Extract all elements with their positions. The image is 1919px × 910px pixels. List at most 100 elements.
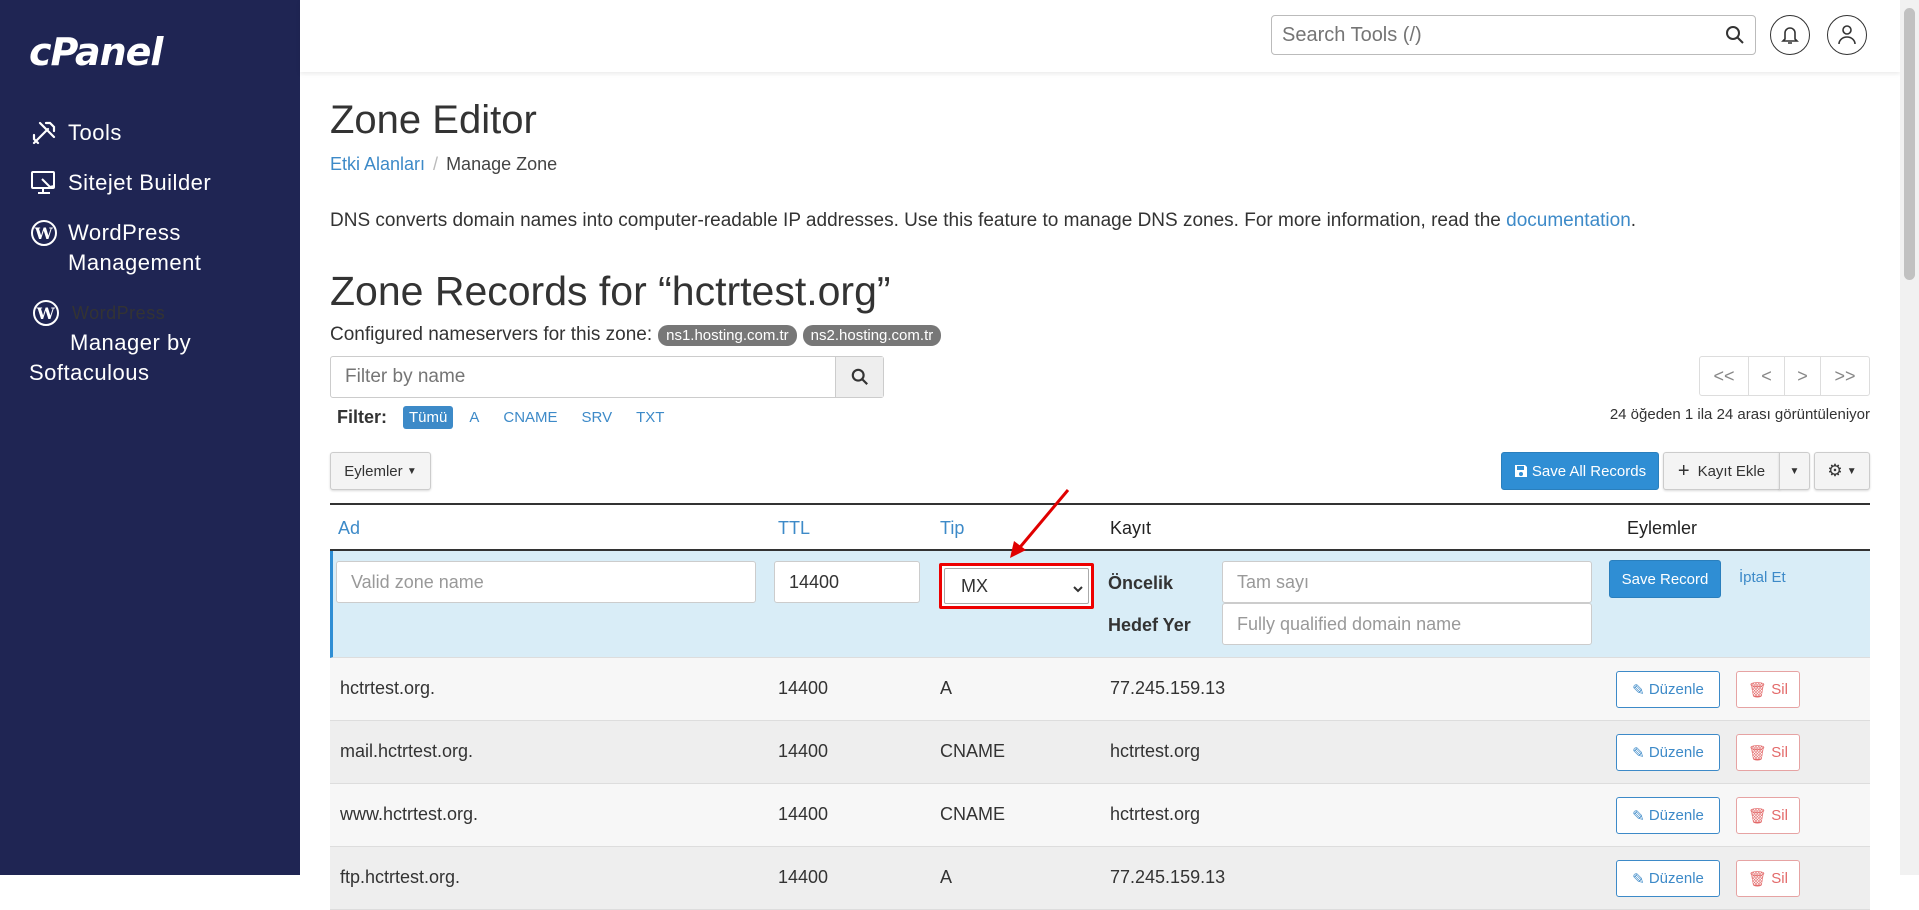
table-row: mail.hctrtest.org. 14400 CNAME hctrtest.… — [330, 721, 1870, 784]
caret-down-icon: ▼ — [1846, 465, 1857, 477]
sidebar-item-tools[interactable]: Tools — [0, 112, 300, 154]
settings-dropdown-button[interactable]: ⚙ ▼ — [1814, 452, 1870, 490]
search-tools[interactable] — [1271, 15, 1756, 55]
table-row: www.hctrtest.org. 14400 CNAME hctrtest.o… — [330, 784, 1870, 847]
page-first-button[interactable]: << — [1699, 356, 1749, 396]
plus-icon: + — [1677, 459, 1690, 482]
edit-button[interactable]: ✎ Düzenle — [1616, 734, 1720, 771]
type-select-highlight: MX — [939, 563, 1094, 609]
wordpress-icon: W — [31, 298, 61, 328]
edit-button[interactable]: ✎ Düzenle — [1616, 671, 1720, 708]
pagination: << < > >> — [1699, 356, 1870, 396]
nameserver-badge: ns2.hosting.com.tr — [802, 324, 942, 346]
zone-name-input[interactable]: Valid zone name — [336, 561, 756, 603]
gear-icon: ⚙ — [1827, 461, 1843, 480]
user-menu-button[interactable] — [1827, 15, 1867, 55]
page-title: Zone Editor — [330, 98, 537, 142]
svg-text:W: W — [34, 224, 54, 243]
delete-button[interactable]: 🗑 Sil — [1736, 860, 1800, 897]
bell-icon — [1781, 27, 1799, 44]
trash-icon: 🗑 — [1748, 870, 1768, 888]
edit-button[interactable]: ✎ Düzenle — [1616, 860, 1720, 897]
filter-all[interactable]: Tümü — [403, 406, 454, 429]
user-icon — [1838, 25, 1856, 45]
pencil-icon: ✎ — [1632, 870, 1645, 888]
zone-records-table: Ad TTL Tip Kayıt Eylemler Valid zone nam… — [330, 503, 1870, 910]
add-record-button[interactable]: + Kayıt Ekle — [1663, 452, 1780, 490]
page-scrollbar[interactable] — [1900, 0, 1919, 875]
sidebar: cPanel Tools Sitejet Builder W WordPress… — [0, 0, 300, 875]
priority-label: Öncelik — [1108, 573, 1174, 593]
documentation-link[interactable]: documentation — [1506, 210, 1631, 231]
cpanel-logo[interactable]: cPanel — [29, 30, 163, 74]
priority-input[interactable]: Tam sayı — [1222, 561, 1592, 603]
range-text: 24 öğeden 1 ila 24 arası görüntüleniyor — [1609, 406, 1870, 423]
chevron-down-icon — [1072, 579, 1084, 600]
caret-down-icon: ▼ — [406, 465, 417, 477]
save-record-button[interactable]: Save Record — [1609, 560, 1721, 598]
sidebar-item-sitejet[interactable]: Sitejet Builder — [0, 162, 300, 204]
sidebar-item-wordpress-softaculous[interactable]: W WordPress Manager by Softaculous — [0, 292, 300, 394]
search-icon — [851, 368, 868, 385]
record-type-select[interactable]: MX — [944, 568, 1089, 604]
cancel-link[interactable]: İptal Et — [1739, 569, 1786, 586]
column-header-type[interactable]: Tip — [940, 518, 964, 539]
save-all-records-button[interactable]: Save All Records — [1501, 452, 1659, 490]
sidebar-item-label: WordPress Management — [68, 220, 202, 275]
column-header-name[interactable]: Ad — [338, 518, 360, 539]
edit-button[interactable]: ✎ Düzenle — [1616, 797, 1720, 834]
filter-cname[interactable]: CNAME — [503, 409, 557, 426]
sidebar-item-label-3: Softaculous — [29, 360, 150, 385]
breadcrumb-parent-link[interactable]: Etki Alanları — [330, 154, 425, 174]
page-description: DNS converts domain names into computer-… — [330, 210, 1637, 231]
pencil-icon: ✎ — [1632, 807, 1645, 825]
caret-down-icon: ▼ — [1789, 465, 1800, 477]
sidebar-item-label-2: Manager by — [70, 330, 192, 355]
annotation-arrow — [1010, 489, 1070, 558]
column-header-actions: Eylemler — [1627, 518, 1698, 538]
actions-dropdown-button[interactable]: Eylemler ▼ — [330, 452, 431, 490]
nameservers-line: Configured nameservers for this zone: ns… — [330, 324, 942, 346]
filter-search-button[interactable] — [835, 357, 883, 397]
delete-button[interactable]: 🗑 Sil — [1736, 734, 1800, 771]
search-input[interactable] — [1272, 23, 1715, 47]
nameserver-badge: ns1.hosting.com.tr — [658, 324, 797, 346]
top-bar — [300, 0, 1900, 72]
filter-txt[interactable]: TXT — [636, 409, 664, 426]
delete-button[interactable]: 🗑 Sil — [1736, 797, 1800, 834]
scrollbar-thumb[interactable] — [1904, 8, 1915, 280]
add-record-dropdown[interactable]: ▼ — [1779, 452, 1810, 490]
sidebar-item-wordpress-management[interactable]: W WordPress Management — [0, 212, 300, 284]
wordpress-icon: W — [29, 218, 59, 248]
filter-label: Filter: — [337, 407, 388, 427]
table-header: Ad TTL Tip Kayıt Eylemler — [330, 503, 1870, 551]
filter-a[interactable]: A — [469, 409, 479, 426]
tools-icon — [29, 118, 59, 148]
column-header-ttl[interactable]: TTL — [778, 518, 810, 539]
ttl-input[interactable]: 14400 — [774, 561, 920, 603]
page-next-button[interactable]: > — [1784, 356, 1821, 396]
destination-input[interactable]: Fully qualified domain name — [1222, 603, 1592, 645]
table-row: hctrtest.org. 14400 A 77.245.159.13 ✎ Dü… — [330, 658, 1870, 721]
svg-text:W: W — [36, 304, 56, 323]
filter-srv[interactable]: SRV — [582, 409, 613, 426]
breadcrumb-current: Manage Zone — [446, 154, 558, 174]
destination-label: Hedef Yer — [1108, 615, 1191, 635]
sidebar-nav: Tools Sitejet Builder W WordPress Manage… — [0, 112, 300, 394]
page-prev-button[interactable]: < — [1748, 356, 1785, 396]
notifications-button[interactable] — [1770, 15, 1810, 55]
page-last-button[interactable]: >> — [1820, 356, 1870, 396]
search-icon[interactable] — [1715, 25, 1755, 45]
trash-icon: 🗑 — [1748, 744, 1768, 762]
filter-by-name — [330, 356, 884, 398]
type-filter: Filter: Tümü A CNAME SRV TXT — [337, 406, 688, 429]
trash-icon: 🗑 — [1748, 681, 1768, 699]
sidebar-item-label: Sitejet Builder — [68, 170, 212, 195]
pencil-icon: ✎ — [1632, 681, 1645, 699]
trash-icon: 🗑 — [1748, 807, 1768, 825]
table-row: ftp.hctrtest.org. 14400 A 77.245.159.13 … — [330, 847, 1870, 910]
sidebar-item-label: Tools — [68, 120, 122, 145]
zone-records-title: Zone Records for “hctrtest.org” — [330, 268, 891, 314]
filter-name-input[interactable] — [331, 357, 835, 397]
delete-button[interactable]: 🗑 Sil — [1736, 671, 1800, 708]
